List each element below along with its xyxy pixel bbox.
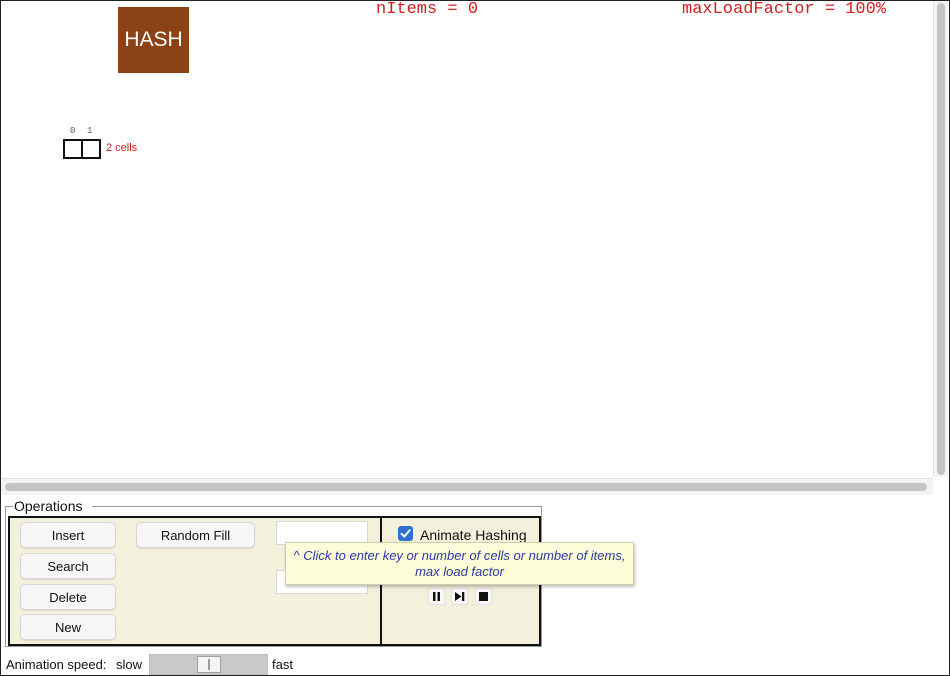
n-items-status: nItems = 0 <box>376 0 479 19</box>
operations-legend: Operations <box>14 498 83 514</box>
vertical-scrollbar-thumb[interactable] <box>937 3 945 475</box>
animate-hashing-checkbox[interactable] <box>398 526 413 541</box>
tooltip-line-2: max load factor <box>415 563 504 579</box>
search-button[interactable]: Search <box>20 553 116 579</box>
step-icon <box>455 592 465 601</box>
step-button[interactable] <box>451 588 468 605</box>
hash-table-cell-1 <box>81 139 101 159</box>
delete-button[interactable]: Delete <box>20 584 116 610</box>
cell-count-label: 2 cells <box>106 142 138 154</box>
animation-speed-slider-thumb[interactable] <box>197 656 221 673</box>
vertical-scrollbar[interactable] <box>933 1 948 477</box>
cell-index-1: 1 <box>87 126 93 136</box>
new-button[interactable]: New <box>20 614 116 640</box>
horizontal-scrollbar-thumb[interactable] <box>5 483 927 491</box>
speed-fast-label: fast <box>272 657 293 672</box>
stop-button[interactable] <box>475 588 492 605</box>
stop-icon <box>479 592 488 601</box>
pause-button[interactable] <box>428 588 445 605</box>
pause-icon <box>433 592 440 601</box>
animation-speed-label: Animation speed: <box>6 657 107 672</box>
input-tooltip: ^ Click to enter key or number of cells … <box>285 542 634 585</box>
cell-index-0: 0 <box>70 126 76 136</box>
animate-hashing-label[interactable]: Animate Hashing <box>420 527 527 543</box>
horizontal-scrollbar[interactable] <box>1 478 933 495</box>
hash-table-cell-0 <box>63 139 83 159</box>
max-load-factor-status: maxLoadFactor = 100% <box>682 0 887 19</box>
hash-logo: HASH <box>118 7 189 73</box>
speed-slow-label: slow <box>116 657 143 672</box>
tooltip-line-1: ^ Click to enter key or number of cells … <box>293 547 626 563</box>
insert-button[interactable]: Insert <box>20 522 116 548</box>
checkmark-icon <box>400 529 411 538</box>
animation-speed-slider[interactable] <box>149 654 268 675</box>
operations-border-right <box>92 506 541 507</box>
operations-border-left <box>5 506 13 507</box>
random-fill-button[interactable]: Random Fill <box>136 522 255 548</box>
